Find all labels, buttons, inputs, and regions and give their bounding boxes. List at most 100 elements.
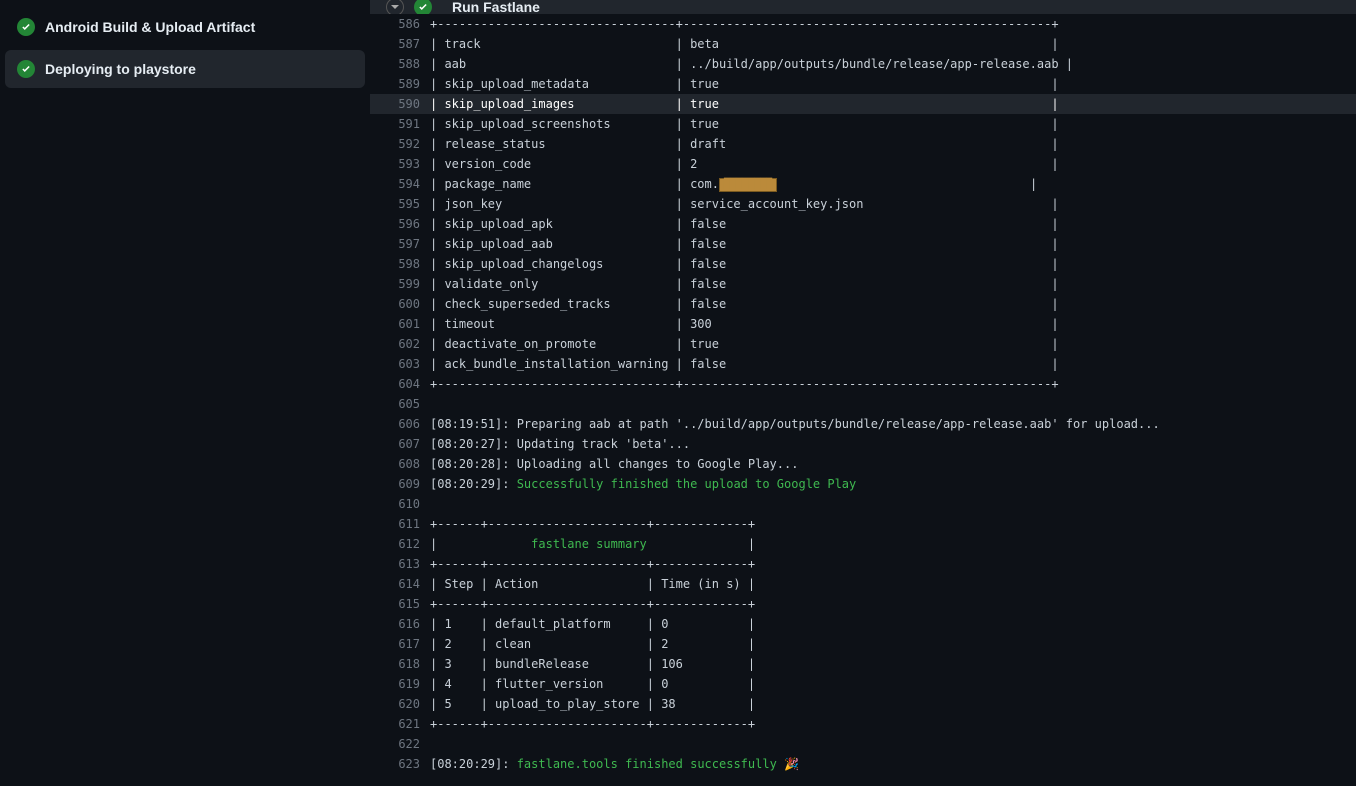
log-line: 612| fastlane summary | bbox=[370, 534, 1356, 554]
line-content: [08:19:51]: Preparing aab at path '../bu… bbox=[430, 414, 1356, 434]
log-line: 586+---------------------------------+--… bbox=[370, 14, 1356, 34]
log-line: 594| package_name | com.████████ | bbox=[370, 174, 1356, 194]
log-line: 617| 2 | clean | 2 | bbox=[370, 634, 1356, 654]
line-number: 616 bbox=[370, 614, 430, 634]
line-number: 606 bbox=[370, 414, 430, 434]
line-number: 603 bbox=[370, 354, 430, 374]
line-content: | 1 | default_platform | 0 | bbox=[430, 614, 1356, 634]
line-content: | skip_upload_apk | false | bbox=[430, 214, 1356, 234]
line-number: 607 bbox=[370, 434, 430, 454]
line-content: | check_superseded_tracks | false | bbox=[430, 294, 1356, 314]
log-line: 604+---------------------------------+--… bbox=[370, 374, 1356, 394]
log-line: 596| skip_upload_apk | false | bbox=[370, 214, 1356, 234]
log-line: 605 bbox=[370, 394, 1356, 414]
line-content: | fastlane summary | bbox=[430, 534, 1356, 554]
log-line: 610 bbox=[370, 494, 1356, 514]
log-line: 613+------+----------------------+------… bbox=[370, 554, 1356, 574]
line-number: 588 bbox=[370, 54, 430, 74]
line-content: | 2 | clean | 2 | bbox=[430, 634, 1356, 654]
log-line: 603| ack_bundle_installation_warning | f… bbox=[370, 354, 1356, 374]
log-line: 593| version_code | 2 | bbox=[370, 154, 1356, 174]
line-content: | skip_upload_aab | false | bbox=[430, 234, 1356, 254]
log-line: 587| track | beta | bbox=[370, 34, 1356, 54]
line-number: 621 bbox=[370, 714, 430, 734]
step-header[interactable]: Run Fastlane bbox=[370, 0, 1356, 14]
log-area[interactable]: 586 +---------------------------------+--… bbox=[370, 14, 1356, 786]
line-content: | 3 | bundleRelease | 106 | bbox=[430, 654, 1356, 674]
log-line: 622 bbox=[370, 734, 1356, 754]
check-success-icon bbox=[414, 0, 432, 14]
line-content: +---------------------------------+-----… bbox=[430, 374, 1356, 394]
sidebar-item-label: Deploying to playstore bbox=[45, 61, 196, 77]
line-content: +------+----------------------+---------… bbox=[430, 714, 1356, 734]
log-line: 589| skip_upload_metadata | true | bbox=[370, 74, 1356, 94]
log-line: 606[08:19:51]: Preparing aab at path '..… bbox=[370, 414, 1356, 434]
line-number: 604 bbox=[370, 374, 430, 394]
line-number: 586 bbox=[370, 14, 430, 34]
line-content: +------+----------------------+---------… bbox=[430, 554, 1356, 574]
line-content: | ack_bundle_installation_warning | fals… bbox=[430, 354, 1356, 374]
log-line: 611+------+----------------------+------… bbox=[370, 514, 1356, 534]
log-line: 614| Step | Action | Time (in s) | bbox=[370, 574, 1356, 594]
log-line: 607[08:20:27]: Updating track 'beta'... bbox=[370, 434, 1356, 454]
line-number: 609 bbox=[370, 474, 430, 494]
line-content: +------+----------------------+---------… bbox=[430, 514, 1356, 534]
log-line: 601| timeout | 300 | bbox=[370, 314, 1356, 334]
line-number: 596 bbox=[370, 214, 430, 234]
line-content: | skip_upload_changelogs | false | bbox=[430, 254, 1356, 274]
line-content: | 4 | flutter_version | 0 | bbox=[430, 674, 1356, 694]
line-content: | package_name | com.████████ | bbox=[430, 174, 1356, 194]
line-number: 594 bbox=[370, 174, 430, 194]
line-number: 590 bbox=[370, 94, 430, 114]
line-content: | aab | ../build/app/outputs/bundle/rele… bbox=[430, 54, 1356, 74]
line-content bbox=[430, 734, 1356, 754]
log-line: 616| 1 | default_platform | 0 | bbox=[370, 614, 1356, 634]
line-content: | Step | Action | Time (in s) | bbox=[430, 574, 1356, 594]
line-number: 614 bbox=[370, 574, 430, 594]
line-number: 610 bbox=[370, 494, 430, 514]
chevron-down-icon[interactable] bbox=[386, 0, 404, 14]
log-line: 598| skip_upload_changelogs | false | bbox=[370, 254, 1356, 274]
line-content: [08:20:27]: Updating track 'beta'... bbox=[430, 434, 1356, 454]
line-number: 589 bbox=[370, 74, 430, 94]
line-content: | skip_upload_metadata | true | bbox=[430, 74, 1356, 94]
main-panel: Run Fastlane 586 +-----------------------… bbox=[370, 0, 1356, 786]
check-success-icon bbox=[17, 60, 35, 78]
line-content: | track | beta | bbox=[430, 34, 1356, 54]
log-line: 620| 5 | upload_to_play_store | 38 | bbox=[370, 694, 1356, 714]
line-number: 615 bbox=[370, 594, 430, 614]
line-number: 591 bbox=[370, 114, 430, 134]
line-number: 617 bbox=[370, 634, 430, 654]
line-number: 620 bbox=[370, 694, 430, 714]
line-number: 601 bbox=[370, 314, 430, 334]
line-number: 605 bbox=[370, 394, 430, 414]
line-content: | timeout | 300 | bbox=[430, 314, 1356, 334]
line-number: 613 bbox=[370, 554, 430, 574]
line-number: 598 bbox=[370, 254, 430, 274]
line-number: 600 bbox=[370, 294, 430, 314]
log-line: 590| skip_upload_images | true | bbox=[370, 94, 1356, 114]
line-content: | version_code | 2 | bbox=[430, 154, 1356, 174]
sidebar-item-0[interactable]: Android Build & Upload Artifact bbox=[5, 8, 365, 46]
sidebar-item-1[interactable]: Deploying to playstore bbox=[5, 50, 365, 88]
line-content: | json_key | service_account_key.json | bbox=[430, 194, 1356, 214]
line-content: | validate_only | false | bbox=[430, 274, 1356, 294]
line-number: 597 bbox=[370, 234, 430, 254]
line-number: 595 bbox=[370, 194, 430, 214]
log-line: 619| 4 | flutter_version | 0 | bbox=[370, 674, 1356, 694]
step-title: Run Fastlane bbox=[452, 0, 540, 14]
log-line: 597| skip_upload_aab | false | bbox=[370, 234, 1356, 254]
log-line: 609[08:20:29]: Successfully finished the… bbox=[370, 474, 1356, 494]
line-content: | 5 | upload_to_play_store | 38 | bbox=[430, 694, 1356, 714]
line-number: 599 bbox=[370, 274, 430, 294]
line-number: 618 bbox=[370, 654, 430, 674]
log-line: 600| check_superseded_tracks | false | bbox=[370, 294, 1356, 314]
log-line: 588| aab | ../build/app/outputs/bundle/r… bbox=[370, 54, 1356, 74]
line-content: | deactivate_on_promote | true | bbox=[430, 334, 1356, 354]
line-number: 593 bbox=[370, 154, 430, 174]
line-number: 587 bbox=[370, 34, 430, 54]
line-number: 623 bbox=[370, 754, 430, 774]
line-number: 612 bbox=[370, 534, 430, 554]
log-line: 602| deactivate_on_promote | true | bbox=[370, 334, 1356, 354]
line-number: 622 bbox=[370, 734, 430, 754]
